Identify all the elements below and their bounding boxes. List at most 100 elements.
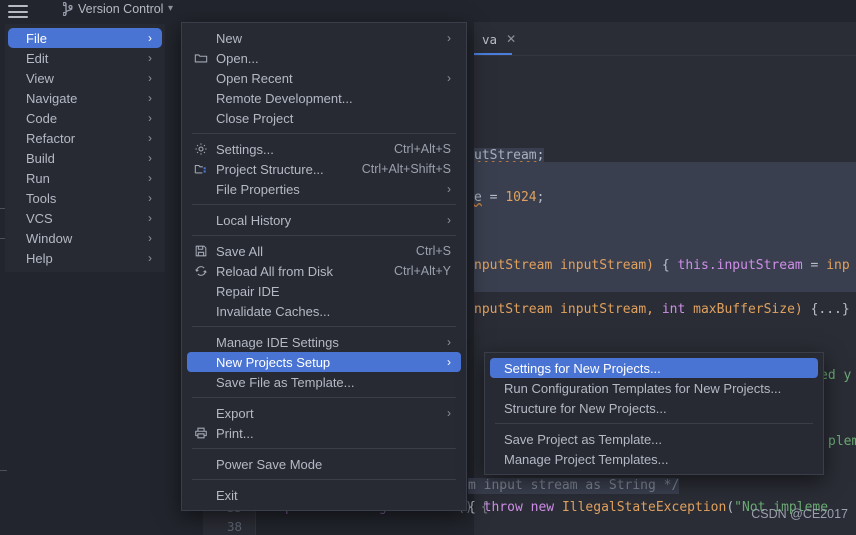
main-menu-item-window[interactable]: Window › <box>8 228 162 248</box>
code-line[interactable]: nputStream inputStream) { this.inputStre… <box>474 258 850 274</box>
code-line[interactable]: e = 1024; <box>474 190 544 206</box>
new-projects-item-structure-for-new-projects[interactable]: Structure for New Projects... <box>490 398 818 418</box>
code-token: ( <box>726 500 734 515</box>
file-menu-item-label: Project Structure... <box>216 162 340 177</box>
editor-tab[interactable]: va ✕ <box>474 22 526 56</box>
line-number: 38 <box>212 519 242 534</box>
main-menu-item-tools[interactable]: Tools› <box>8 188 162 208</box>
new-projects-setup-submenu[interactable]: Settings for New Projects... Run Configur… <box>484 352 824 475</box>
file-menu-item-exit[interactable]: Exit <box>187 485 461 505</box>
chevron-right-icon: › <box>148 151 152 165</box>
file-menu-item-label: Save File as Template... <box>216 375 451 390</box>
code-token: nputStream inputStream) <box>474 258 662 273</box>
main-menu-item-file[interactable]: File› <box>8 28 162 48</box>
new-projects-item-label: Settings for New Projects... <box>504 361 806 376</box>
file-menu-item-label: Close Project <box>216 111 451 126</box>
file-menu-item-close-project[interactable]: Close Project <box>187 108 461 128</box>
code-token: utStream <box>474 148 537 163</box>
watermark: CSDN @CE2017 <box>751 507 848 521</box>
main-menu-item-build[interactable]: Build› <box>8 148 162 168</box>
code-line[interactable]: nputStream inputStream, int maxBufferSiz… <box>474 302 850 318</box>
hamburger-menu-icon[interactable] <box>8 5 28 18</box>
main-menu-item-code[interactable]: Code› <box>8 108 162 128</box>
main-menu[interactable]: File›Edit›View› Navigate › Code›Refactor›Bu… <box>5 24 165 272</box>
file-menu-item-local-history[interactable]: Local History› <box>187 210 461 230</box>
menu-separator <box>192 235 456 236</box>
file-menu-item-label: Reload All from Disk <box>216 264 372 279</box>
code-line[interactable]: ed y <box>820 368 851 384</box>
reload-icon <box>194 264 216 278</box>
file-menu-item-print[interactable]: Print... <box>187 423 461 443</box>
main-menu-item-refactor[interactable]: Refactor› <box>8 128 162 148</box>
file-menu-item-label: Open... <box>216 51 451 66</box>
menu-separator <box>495 423 813 424</box>
code-line[interactable]: m input stream as String */ <box>468 478 679 494</box>
chevron-down-icon[interactable]: ▾ <box>168 3 173 14</box>
main-menu-item-run[interactable]: Run› <box>8 168 162 188</box>
file-menu-item-save-file-as-template[interactable]: Save File as Template... <box>187 372 461 392</box>
file-menu-item-save-all[interactable]: Save AllCtrl+S <box>187 241 461 261</box>
file-menu-item-shortcut: Ctrl+Alt+Shift+S <box>362 162 451 176</box>
chevron-right-icon: › <box>447 406 451 420</box>
chevron-right-icon: › <box>148 231 152 245</box>
editor-tab-strip: va ✕ <box>474 22 856 56</box>
new-projects-item-settings-for-new-projects[interactable]: Settings for New Projects... <box>490 358 818 378</box>
main-menu-item-label: VCS <box>26 211 130 226</box>
main-menu-item-label: Navigate <box>26 91 130 106</box>
file-menu-item-label: New Projects Setup <box>216 355 429 370</box>
chevron-right-icon: › <box>148 91 152 105</box>
file-menu-item-label: Save All <box>216 244 394 259</box>
file-menu-item-repair-ide[interactable]: Repair IDE <box>187 281 461 301</box>
main-menu-item-edit[interactable]: Edit› <box>8 48 162 68</box>
file-menu-item-shortcut: Ctrl+Alt+S <box>394 142 451 156</box>
chevron-right-icon: › <box>148 31 152 45</box>
code-token: IllegalStateException <box>562 500 726 515</box>
fold-marker[interactable] <box>0 470 7 471</box>
file-menu-item-new[interactable]: New› <box>187 28 461 48</box>
file-menu-item-power-save-mode[interactable]: Power Save Mode <box>187 454 461 474</box>
code-token: plem <box>828 434 856 449</box>
code-token: {...} <box>811 302 850 317</box>
code-token: = <box>482 190 505 205</box>
main-menu-item-view[interactable]: View› <box>8 68 162 88</box>
code-token: = <box>803 258 826 273</box>
chevron-right-icon: › <box>447 71 451 85</box>
file-menu-item-settings[interactable]: Settings...Ctrl+Alt+S <box>187 139 461 159</box>
new-projects-item-manage-project-templates[interactable]: Manage Project Templates... <box>490 449 818 469</box>
chevron-right-icon: › <box>148 251 152 265</box>
folder-icon <box>194 51 216 65</box>
print-icon <box>194 426 216 440</box>
file-menu-item-label: Exit <box>216 488 451 503</box>
menu-separator <box>192 397 456 398</box>
file-menu-item-project-structure[interactable]: Project Structure... Ctrl+Alt+Shift+S <box>187 159 461 179</box>
file-menu-item-remote-development[interactable]: Remote Development... <box>187 88 461 108</box>
code-line[interactable]: plem <box>828 434 856 450</box>
new-projects-item-label: Save Project as Template... <box>504 432 806 447</box>
file-menu-item-open[interactable]: Open... <box>187 48 461 68</box>
code-token: ; <box>537 190 545 205</box>
new-projects-item-run-configuration-templates-for-new-projects[interactable]: Run Configuration Templates for New Proj… <box>490 378 818 398</box>
chevron-right-icon: › <box>148 131 152 145</box>
file-menu-item-reload-all-from-disk[interactable]: Reload All from DiskCtrl+Alt+Y <box>187 261 461 281</box>
close-icon[interactable]: ✕ <box>506 33 516 45</box>
main-menu-item-navigate[interactable]: Navigate › <box>8 88 162 108</box>
chevron-right-icon: › <box>447 355 451 369</box>
file-menu-item-invalidate-caches[interactable]: Invalidate Caches... <box>187 301 461 321</box>
main-menu-item-vcs[interactable]: VCS› <box>8 208 162 228</box>
main-menu-item-help[interactable]: Help› <box>8 248 162 268</box>
file-menu-item-export[interactable]: Export› <box>187 403 461 423</box>
menu-separator <box>192 479 456 480</box>
file-menu-item-manage-ide-settings[interactable]: Manage IDE Settings› <box>187 332 461 352</box>
file-menu-item-open-recent[interactable]: Open Recent› <box>187 68 461 88</box>
main-menu-item-label: Window <box>26 231 130 246</box>
new-projects-item-save-project-as-template[interactable]: Save Project as Template... <box>490 429 818 449</box>
file-menu-item-label: New <box>216 31 429 46</box>
menu-separator <box>192 133 456 134</box>
code-token: ; <box>537 148 545 163</box>
file-menu[interactable]: New›Open...Open Recent›Remote Developmen… <box>181 22 467 511</box>
file-menu-item-new-projects-setup[interactable]: New Projects Setup › <box>187 352 461 372</box>
save-icon <box>194 244 216 258</box>
chevron-right-icon: › <box>148 71 152 85</box>
file-menu-item-file-properties[interactable]: File Properties› <box>187 179 461 199</box>
version-control-label[interactable]: Version Control <box>78 2 163 16</box>
